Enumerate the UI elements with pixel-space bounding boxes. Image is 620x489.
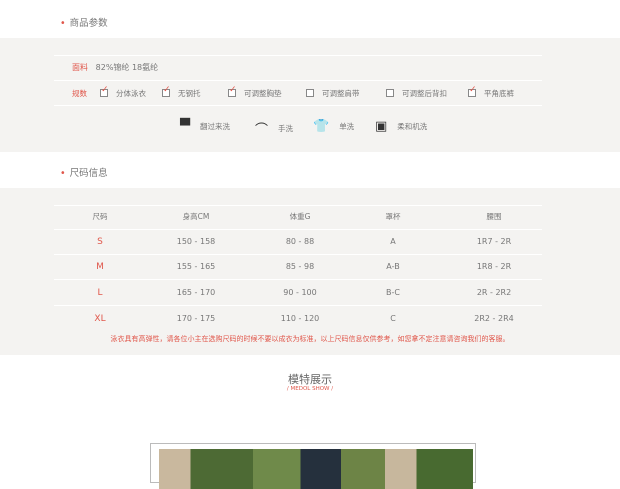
- table-cell: 1R8 - 2R: [476, 262, 512, 271]
- column-header: 尺码: [92, 212, 108, 221]
- size-note: 泳衣具有高弹性，请各位小主在选购尺码的时候不要以成衣为标准，以上尺码信息仅供参考…: [110, 335, 510, 343]
- divider: [54, 254, 542, 255]
- checkbox-checked-icon: [228, 85, 237, 97]
- checkbox-checked-icon: [162, 85, 171, 97]
- option-label: 平角底裤: [484, 89, 514, 98]
- size-label: L: [97, 288, 103, 298]
- checkbox-checked-icon: [100, 85, 109, 97]
- care-label: 柔和机洗: [397, 122, 428, 131]
- column-header: 身高CM: [182, 212, 210, 221]
- divider: [54, 279, 542, 280]
- table-cell: 2R2 - 2R4: [474, 314, 514, 323]
- material-value: 82%锦纶 18氨纶: [95, 63, 159, 72]
- option-2: 可调整胸垫: [228, 85, 282, 99]
- size-label: M: [96, 262, 104, 272]
- option-label: 可调整胸垫: [244, 89, 282, 98]
- divider: [54, 80, 542, 81]
- table-cell: 80 - 88: [285, 237, 315, 246]
- checkbox-unchecked-icon: [306, 89, 314, 97]
- column-header: 罩杯: [385, 212, 401, 221]
- care-item: ▣ 柔和机洗: [375, 119, 427, 134]
- option-label: 无钢托: [178, 89, 201, 98]
- table-cell: 155 - 165: [176, 262, 216, 271]
- model-title: 模特展示: [288, 373, 332, 386]
- table-cell: 2R - 2R2: [476, 288, 512, 297]
- care-label: 单洗: [339, 122, 355, 131]
- option-0: 分体泳衣: [100, 85, 146, 99]
- params-section-title: • 商品参数: [60, 18, 108, 29]
- size-label: XL: [94, 314, 106, 324]
- table-cell: 150 - 158: [176, 237, 216, 246]
- model-subtitle: / MEDOL SHOW /: [286, 386, 334, 392]
- divider: [54, 55, 542, 56]
- option-3: 可调整肩带: [306, 88, 360, 99]
- material-row: 面料 82%锦纶 18氨纶: [72, 62, 158, 73]
- model-photo: [159, 449, 473, 489]
- care-label: 手洗: [278, 124, 294, 133]
- column-header: 腰围: [486, 212, 502, 221]
- divider: [54, 229, 542, 230]
- table-cell: B-C: [386, 288, 400, 297]
- size-label: S: [97, 237, 103, 247]
- spec-label: 规数: [72, 89, 87, 98]
- table-cell: C: [390, 314, 396, 323]
- option-1: 无钢托: [162, 85, 201, 99]
- care-item: ⌒ 手洗: [255, 119, 293, 138]
- size-title: 尺码信息: [69, 168, 108, 179]
- care-item: ▀ 翻过来洗: [180, 119, 230, 134]
- checkbox-checked-icon: [468, 85, 477, 97]
- model-photo-frame: [150, 443, 476, 489]
- care-item: 👕 单洗: [313, 119, 354, 134]
- table-cell: A: [390, 237, 396, 246]
- wash-separately-icon: 👕: [313, 119, 330, 134]
- divider: [54, 105, 542, 106]
- material-label: 面料: [72, 63, 88, 72]
- turn-inside-out-icon: ▀: [180, 119, 190, 134]
- divider: [54, 305, 542, 306]
- option-4: 可调整后背扣: [386, 88, 447, 99]
- column-header: 体重G: [289, 212, 311, 221]
- table-cell: A-B: [386, 262, 400, 271]
- gentle-machine-wash-icon: ▣: [375, 119, 388, 134]
- size-section-title: • 尺码信息: [60, 168, 108, 179]
- hand-wash-icon: ⌒: [255, 123, 269, 138]
- care-label: 翻过来洗: [200, 122, 230, 131]
- table-cell: 1R7 - 2R: [476, 237, 512, 246]
- option-5: 平角底裤: [468, 85, 514, 99]
- params-title: 商品参数: [69, 18, 108, 29]
- table-cell: 110 - 120: [280, 314, 320, 323]
- option-label: 可调整肩带: [322, 89, 360, 98]
- table-cell: 165 - 170: [176, 288, 216, 297]
- table-cell: 90 - 100: [283, 288, 317, 297]
- option-label: 可调整后背扣: [402, 89, 447, 98]
- option-label: 分体泳衣: [116, 89, 146, 98]
- checkbox-unchecked-icon: [386, 89, 394, 97]
- table-cell: 85 - 98: [285, 262, 315, 271]
- divider: [54, 205, 542, 206]
- table-cell: 170 - 175: [176, 314, 216, 323]
